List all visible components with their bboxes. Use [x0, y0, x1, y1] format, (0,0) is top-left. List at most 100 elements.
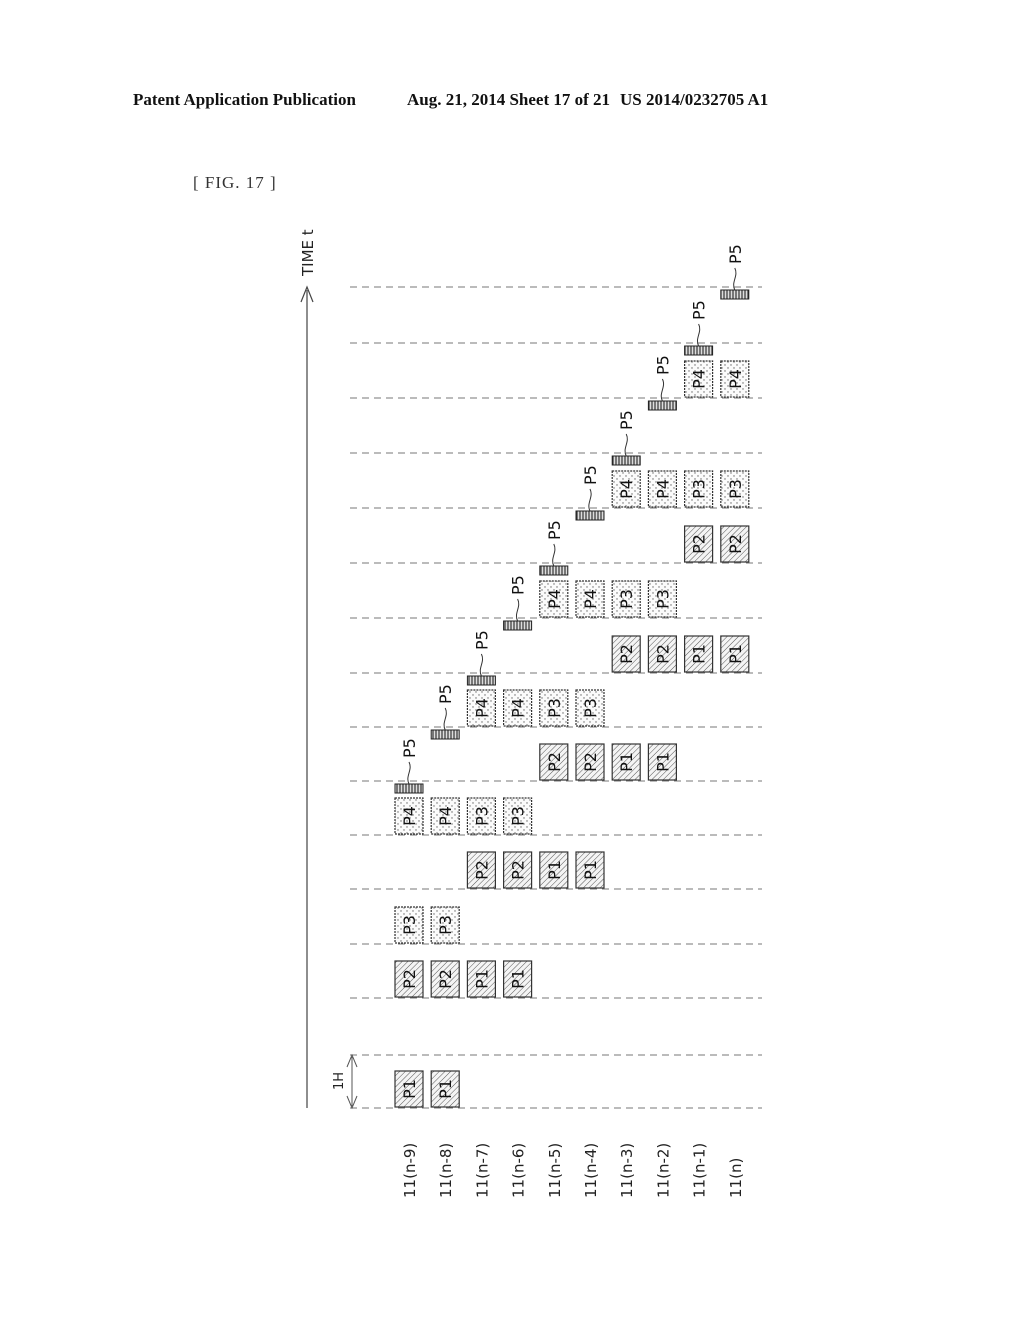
signal-block-label: P1	[472, 969, 491, 989]
signal-block-p1: P1	[575, 851, 605, 889]
signal-block-label: P1	[509, 969, 528, 989]
row-label: 11(n-7)	[473, 1143, 491, 1198]
signal-block-label: P4	[509, 698, 528, 718]
signal-block-p4: P4	[611, 470, 641, 508]
signal-block-label: P1	[617, 752, 636, 772]
p5-pulse: P5	[647, 355, 677, 411]
p5-pulse-rect	[575, 510, 605, 521]
p5-pulse-label: P5	[726, 244, 745, 264]
time-axis-label: TIME t	[299, 229, 317, 277]
signal-block-p3: P3	[683, 470, 714, 508]
signal-block-label: P2	[545, 752, 564, 772]
row-label: 11(n-4)	[582, 1143, 600, 1198]
p5-pulse: P5	[539, 520, 569, 576]
signal-block-label: P2	[726, 534, 745, 554]
signal-block-p4: P4	[720, 360, 750, 398]
row-label: 11(n-2)	[654, 1143, 672, 1198]
signal-block-p4: P4	[683, 360, 714, 398]
signal-block-p3: P3	[394, 906, 424, 944]
row-label: 11(n-1)	[691, 1143, 709, 1198]
signal-block-p1: P1	[430, 1070, 460, 1108]
signal-block-p1: P1	[683, 635, 714, 673]
signal-block-p3: P3	[611, 580, 641, 618]
signal-block-p3: P3	[466, 797, 496, 835]
signal-block-p2: P2	[720, 525, 750, 563]
signal-block-p2: P2	[539, 743, 569, 781]
p5-pulse-label: P5	[545, 520, 564, 540]
signal-block-label: P2	[653, 644, 672, 664]
p5-pulse-label: P5	[617, 410, 636, 430]
signal-block-p3: P3	[647, 580, 678, 618]
signal-block-label: P1	[726, 644, 745, 664]
signal-block-p4: P4	[394, 797, 424, 835]
signal-block-p1: P1	[647, 743, 678, 781]
signal-block-label: P4	[653, 479, 672, 499]
signal-block-label: P2	[436, 969, 455, 989]
p5-pulse: P5	[720, 244, 750, 300]
signal-block-label: P1	[653, 752, 672, 772]
signal-block-label: P1	[545, 860, 564, 880]
signal-block-label: P4	[472, 698, 491, 718]
p5-pulse-label: P5	[472, 630, 491, 650]
row-label: 11(n)	[727, 1158, 745, 1198]
signal-block-p1: P1	[503, 960, 533, 998]
signal-block-label: P4	[690, 369, 709, 389]
period-label: 1H	[332, 1072, 347, 1090]
p5-pulse: P5	[430, 684, 460, 740]
signal-block-p4: P4	[575, 580, 605, 618]
signal-block-p4: P4	[466, 689, 496, 727]
p5-pulse-rect	[430, 729, 460, 740]
row-label: 11(n-5)	[546, 1143, 564, 1198]
signal-block-p4: P4	[647, 470, 678, 508]
p5-pulse-rect	[394, 783, 424, 794]
signal-block-label: P4	[726, 369, 745, 389]
signal-block-p2: P2	[503, 851, 533, 889]
signal-block-p2: P2	[611, 635, 641, 673]
signal-block-p3: P3	[575, 689, 605, 727]
signal-block-p1: P1	[539, 851, 569, 889]
signal-block-p3: P3	[503, 797, 533, 835]
signal-block-p4: P4	[430, 797, 460, 835]
signal-block-label: P4	[581, 589, 600, 609]
row-label: 11(n-6)	[510, 1143, 528, 1198]
signal-block-label: P1	[690, 644, 709, 664]
signal-block-p2: P2	[647, 635, 678, 673]
signal-block-label: P3	[617, 589, 636, 609]
p5-pulses: P5 P5 P5 P5 P5 P5 P5 P5 P5 P5	[394, 244, 750, 794]
signal-block-label: P3	[581, 698, 600, 718]
signal-block-label: P2	[509, 860, 528, 880]
signal-block-p3: P3	[539, 689, 569, 727]
signal-block-p3: P3	[720, 470, 750, 508]
p5-leader-line	[407, 761, 411, 785]
signal-block-label: P4	[436, 806, 455, 826]
signal-block-label: P1	[581, 860, 600, 880]
p5-pulse: P5	[611, 410, 641, 466]
signal-block-label: P1	[400, 1079, 419, 1099]
signal-block-label: P2	[617, 644, 636, 664]
signal-block-p4: P4	[539, 580, 569, 618]
signal-block-p2: P2	[430, 960, 460, 998]
signal-block-p4: P4	[503, 689, 533, 727]
p5-pulse-rect	[503, 620, 533, 631]
p5-pulse-label: P5	[509, 575, 528, 595]
p5-pulse-label: P5	[436, 684, 455, 704]
p5-pulse: P5	[575, 465, 605, 521]
signal-block-p1: P1	[720, 635, 750, 673]
signal-block-label: P2	[472, 860, 491, 880]
p5-pulse: P5	[394, 738, 424, 794]
p5-pulse: P5	[684, 300, 714, 356]
signal-block-label: P3	[400, 915, 419, 935]
signal-block-p2: P2	[575, 743, 605, 781]
signal-block-label: P2	[581, 752, 600, 772]
signal-block-label: P2	[690, 534, 709, 554]
p5-pulse-rect	[611, 455, 641, 466]
p5-pulse-label: P5	[400, 738, 419, 758]
signal-block-label: P3	[509, 806, 528, 826]
p5-pulse: P5	[466, 630, 496, 686]
signal-block-p3: P3	[430, 906, 460, 944]
p5-pulse-label: P5	[653, 355, 672, 375]
p5-pulse-rect	[684, 345, 714, 356]
signal-block-label: P3	[472, 806, 491, 826]
signal-block-p2: P2	[466, 851, 496, 889]
signal-block-label: P2	[400, 969, 419, 989]
